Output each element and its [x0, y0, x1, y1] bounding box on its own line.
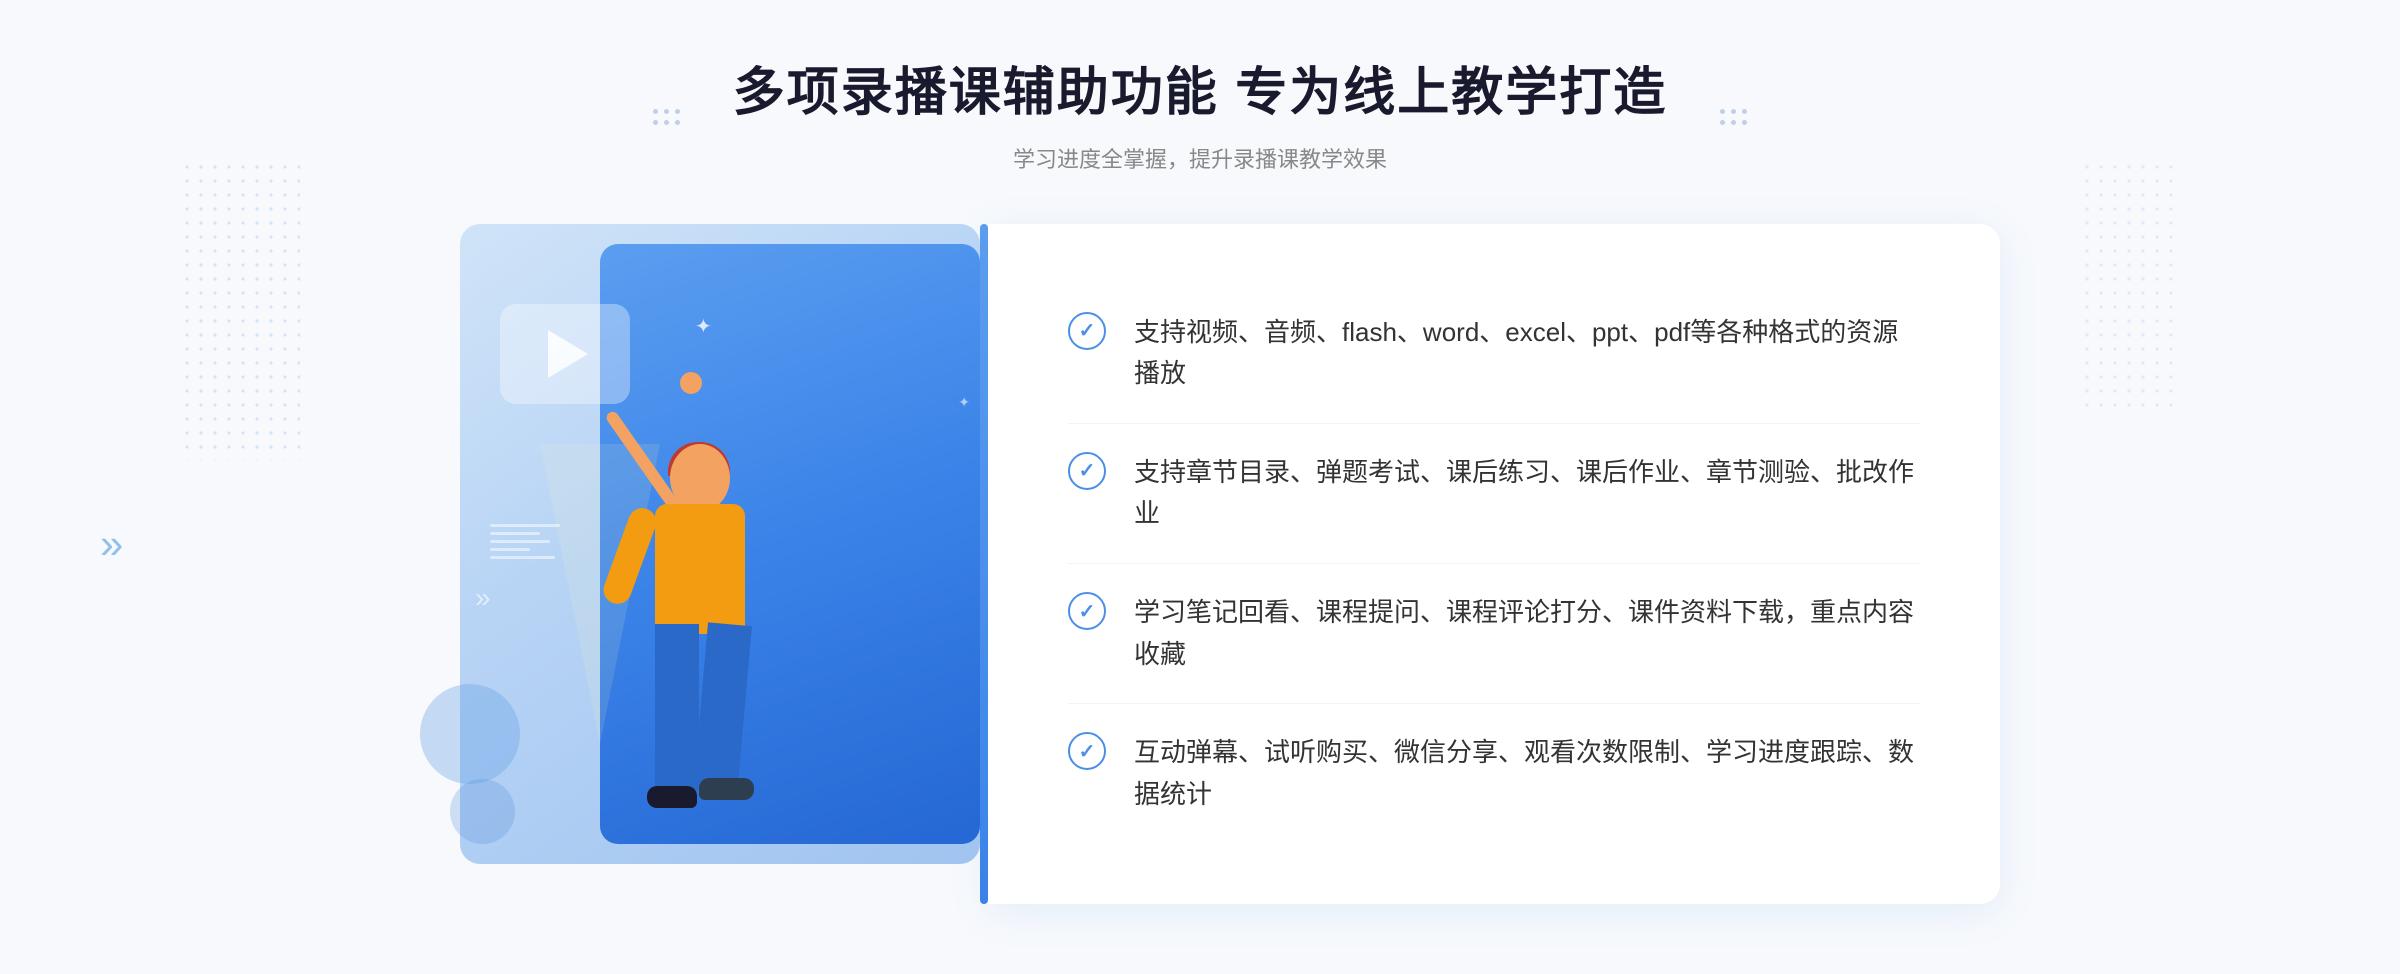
- check-icon-2: ✓: [1079, 458, 1096, 483]
- figure-torso: [655, 504, 745, 634]
- main-title: 多项录播课辅助功能 专为线上教学打造: [733, 60, 1667, 128]
- check-icon-3: ✓: [1079, 599, 1096, 624]
- header-section: 多项录播课辅助功能 专为线上教学打造 学习进度全掌握，提升录播课教学效果: [733, 60, 1667, 174]
- feature-item-2: ✓ 支持章节目录、弹题考试、课后练习、课后作业、章节测验、批改作业: [1068, 424, 1920, 564]
- star-icon-2: ✦: [958, 394, 970, 411]
- check-circle-4: ✓: [1068, 732, 1106, 770]
- header-deco-left: [653, 109, 680, 125]
- feature-text-4: 互动弹幕、试听购买、微信分享、观看次数限制、学习进度跟踪、数据统计: [1134, 732, 1920, 815]
- feature-text-1: 支持视频、音频、flash、word、excel、ppt、pdf等各种格式的资源…: [1134, 312, 1920, 395]
- check-circle-3: ✓: [1068, 592, 1106, 630]
- sub-title: 学习进度全掌握，提升录播课教学效果: [733, 142, 1667, 174]
- feature-item-4: ✓ 互动弹幕、试听购买、微信分享、观看次数限制、学习进度跟踪、数据统计: [1068, 704, 1920, 843]
- feature-text-3: 学习笔记回看、课程提问、课程评论打分、课件资料下载，重点内容收藏: [1134, 592, 1920, 675]
- check-icon-4: ✓: [1079, 739, 1096, 764]
- feature-item-3: ✓ 学习笔记回看、课程提问、课程评论打分、课件资料下载，重点内容收藏: [1068, 564, 1920, 704]
- dots-decoration-left: [180, 160, 300, 460]
- check-circle-2: ✓: [1068, 452, 1106, 490]
- figure-head: [670, 444, 730, 512]
- page-container: » 多项录播课辅助功能 专为线上教学打造 学习进度全掌握，提升录播课教学效果: [0, 0, 2400, 974]
- figure-pants-left: [655, 624, 699, 794]
- dots-decoration-right: [2080, 160, 2180, 410]
- figure-hand: [680, 372, 702, 394]
- figure-shoe-left: [647, 786, 697, 808]
- check-icon-1: ✓: [1079, 318, 1096, 343]
- figure-pants-right: [694, 622, 752, 785]
- check-circle-1: ✓: [1068, 312, 1106, 350]
- chevron-decoration-left: »: [100, 520, 123, 568]
- header-deco-right: [1720, 109, 1747, 125]
- figure-container: [485, 304, 885, 904]
- figure-shoe-right: [699, 778, 754, 800]
- feature-item-1: ✓ 支持视频、音频、flash、word、excel、ppt、pdf等各种格式的…: [1068, 284, 1920, 424]
- separator-bar: [980, 224, 988, 904]
- right-features-panel: ✓ 支持视频、音频、flash、word、excel、ppt、pdf等各种格式的…: [988, 224, 2000, 904]
- left-illustration-panel: ✦ ✦ »: [400, 224, 980, 904]
- content-wrapper: ✦ ✦ »: [400, 224, 2000, 904]
- feature-text-2: 支持章节目录、弹题考试、课后练习、课后作业、章节测验、批改作业: [1134, 452, 1920, 535]
- figure-arm-left: [600, 504, 661, 608]
